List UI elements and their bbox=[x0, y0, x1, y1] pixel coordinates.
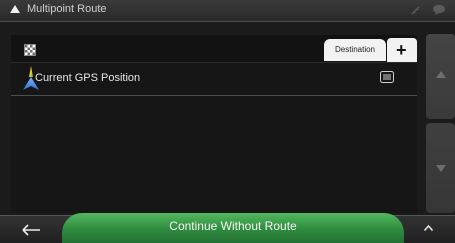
list-menu-icon[interactable] bbox=[380, 71, 394, 83]
destination-tab[interactable]: Destination bbox=[324, 39, 386, 61]
message-icon[interactable] bbox=[432, 4, 446, 16]
arrow-left-icon bbox=[22, 224, 40, 236]
destination-row: Destination + bbox=[11, 35, 417, 63]
back-button[interactable] bbox=[20, 221, 44, 239]
list-item[interactable]: Current GPS Position bbox=[11, 63, 417, 96]
scroll-down-button[interactable] bbox=[426, 123, 455, 213]
plus-icon: + bbox=[396, 40, 407, 60]
scroll-up-button[interactable] bbox=[426, 34, 455, 119]
route-list: Destination + Current GPS Position bbox=[11, 35, 417, 213]
checkered-flag-icon bbox=[24, 44, 36, 56]
caret-up-icon bbox=[10, 5, 20, 13]
title-bar: Multipoint Route bbox=[0, 0, 455, 22]
triangle-down-icon bbox=[436, 165, 446, 172]
page-title: Multipoint Route bbox=[27, 3, 107, 15]
triangle-up-icon bbox=[436, 71, 446, 78]
satellite-icon bbox=[411, 6, 420, 15]
bottom-bar: Continue Without Route bbox=[0, 213, 455, 243]
chevron-up-icon[interactable] bbox=[424, 224, 433, 233]
continue-without-route-button[interactable]: Continue Without Route bbox=[62, 213, 404, 243]
list-item-label: Current GPS Position bbox=[35, 72, 141, 84]
add-destination-button[interactable]: + bbox=[387, 38, 417, 62]
